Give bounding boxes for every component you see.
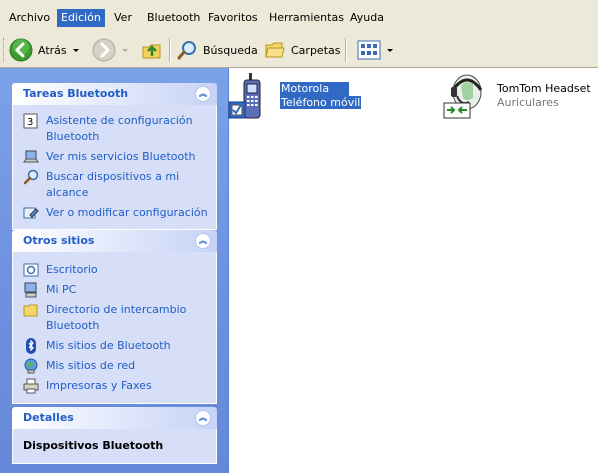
toolbar-separator xyxy=(169,38,171,62)
views-dropdown-icon[interactable] xyxy=(387,48,393,52)
details-value: Dispositivos Bluetooth xyxy=(23,439,164,452)
place-printers[interactable]: Impresoras y Faxes xyxy=(13,375,216,395)
task-modify-settings[interactable]: Ver o modificar configuración xyxy=(13,203,216,223)
computer-icon xyxy=(24,282,37,298)
back-arrow-icon xyxy=(9,38,33,62)
task-view-services[interactable]: Ver mis servicios Bluetooth xyxy=(13,147,216,167)
search-label: Búsqueda xyxy=(203,43,258,57)
mobile-phone-icon xyxy=(228,73,261,119)
folder-icon xyxy=(23,304,38,317)
device-motorola[interactable]: Motorola Teléfono móvil xyxy=(228,72,388,124)
back-dropdown-icon[interactable] xyxy=(72,48,79,52)
printer-icon xyxy=(23,378,39,394)
toolbar-separator xyxy=(345,38,347,62)
details-header[interactable]: Detalles ︽ xyxy=(12,407,217,429)
other-places-header[interactable]: Otros sitios ︽ xyxy=(12,230,217,252)
views-icon xyxy=(357,40,381,60)
forward-dropdown-icon[interactable] xyxy=(122,48,128,52)
collapse-icon[interactable]: ︽ xyxy=(195,410,211,426)
place-exchange-folder-label: Directorio de intercambio Bluetooth xyxy=(46,303,187,332)
details-title: Detalles xyxy=(23,411,74,424)
bluetooth-tasks-header[interactable]: Tareas Bluetooth ︽ xyxy=(12,83,217,105)
toolbar: Atrás Búsqueda Carpetas xyxy=(0,34,598,68)
bluetooth-icon xyxy=(26,338,36,354)
network-icon xyxy=(24,358,38,374)
menu-archivo[interactable]: Archivo xyxy=(5,9,54,27)
bluetooth-tasks-panel: Tareas Bluetooth ︽ 3 Asistente de config… xyxy=(12,83,217,230)
task-modify-settings-label: Ver o modificar configuración xyxy=(46,206,208,219)
menu-ver[interactable]: Ver xyxy=(110,9,136,27)
device-type: Teléfono móvil xyxy=(280,96,362,110)
forward-button[interactable] xyxy=(92,37,128,63)
menu-edicion[interactable]: Edición xyxy=(57,9,105,27)
device-type-text: Teléfono móvil xyxy=(280,96,362,109)
settings-icon xyxy=(23,207,39,219)
device-name: Motorola xyxy=(280,82,361,96)
other-places-body: Escritorio Mi PC Directorio de intercamb… xyxy=(12,252,217,404)
bluetooth-tasks-title: Tareas Bluetooth xyxy=(23,87,129,100)
place-desktop-label: Escritorio xyxy=(46,263,98,276)
up-folder-icon xyxy=(142,44,161,59)
wizard-icon: 3 xyxy=(23,113,38,129)
task-view-services-label: Ver mis servicios Bluetooth xyxy=(46,150,196,163)
menu-bluetooth[interactable]: Bluetooth xyxy=(143,9,204,27)
task-setup-wizard[interactable]: 3 Asistente de configuración Bluetooth xyxy=(13,111,216,147)
other-places-title: Otros sitios xyxy=(23,234,95,247)
device-tomtom-headset[interactable]: TomTom Headset Auriculares xyxy=(443,72,593,124)
views-button[interactable] xyxy=(357,37,393,63)
task-find-devices-label: Buscar dispositivos a mi alcance xyxy=(46,170,180,199)
place-desktop[interactable]: Escritorio xyxy=(13,259,216,279)
up-folder-button[interactable] xyxy=(141,37,163,63)
folders-label: Carpetas xyxy=(291,43,341,57)
desktop-icon xyxy=(23,263,39,277)
forward-arrow-icon xyxy=(92,38,116,62)
device-name-text: Motorola xyxy=(280,82,349,96)
task-find-devices[interactable]: Buscar dispositivos a mi alcance xyxy=(13,167,216,203)
search-icon xyxy=(177,41,196,60)
svg-text:3: 3 xyxy=(27,117,33,128)
back-button[interactable]: Atrás xyxy=(9,37,79,63)
collapse-icon[interactable]: ︽ xyxy=(195,86,211,102)
place-bluetooth-sites[interactable]: Mis sitios de Bluetooth xyxy=(13,335,216,355)
menu-herramientas[interactable]: Herramientas xyxy=(265,9,348,27)
place-network[interactable]: Mis sitios de red xyxy=(13,355,216,375)
place-network-label: Mis sitios de red xyxy=(46,359,136,372)
device-name: TomTom Headset xyxy=(497,82,591,95)
laptop-icon xyxy=(23,150,39,163)
bluetooth-tasks-body: 3 Asistente de configuración Bluetooth V… xyxy=(12,105,217,230)
toolbar-grip[interactable] xyxy=(3,38,6,62)
menu-bar: Archivo Edición Ver Bluetooth Favoritos … xyxy=(0,0,598,35)
other-places-panel: Otros sitios ︽ Escritorio Mi PC Director… xyxy=(12,230,217,404)
task-setup-wizard-label: Asistente de configuración Bluetooth xyxy=(46,114,193,143)
device-type: Auriculares xyxy=(497,96,559,109)
folders-icon xyxy=(265,42,285,58)
magnifier-icon xyxy=(23,169,39,185)
place-my-pc[interactable]: Mi PC xyxy=(13,279,216,299)
place-my-pc-label: Mi PC xyxy=(46,283,77,296)
place-exchange-folder[interactable]: Directorio de intercambio Bluetooth xyxy=(13,299,216,335)
menu-favoritos[interactable]: Favoritos xyxy=(204,9,262,27)
place-bluetooth-sites-label: Mis sitios de Bluetooth xyxy=(46,339,171,352)
task-pane: Tareas Bluetooth ︽ 3 Asistente de config… xyxy=(0,68,229,473)
details-body: Dispositivos Bluetooth xyxy=(12,429,217,464)
details-panel: Detalles ︽ Dispositivos Bluetooth xyxy=(12,407,217,464)
folders-button[interactable]: Carpetas xyxy=(264,37,340,63)
menu-ayuda[interactable]: Ayuda xyxy=(346,9,388,27)
back-label: Atrás xyxy=(38,43,67,57)
collapse-icon[interactable]: ︽ xyxy=(195,233,211,249)
place-printers-label: Impresoras y Faxes xyxy=(46,379,152,392)
search-button[interactable]: Búsqueda xyxy=(176,37,258,63)
headset-icon xyxy=(443,74,483,119)
